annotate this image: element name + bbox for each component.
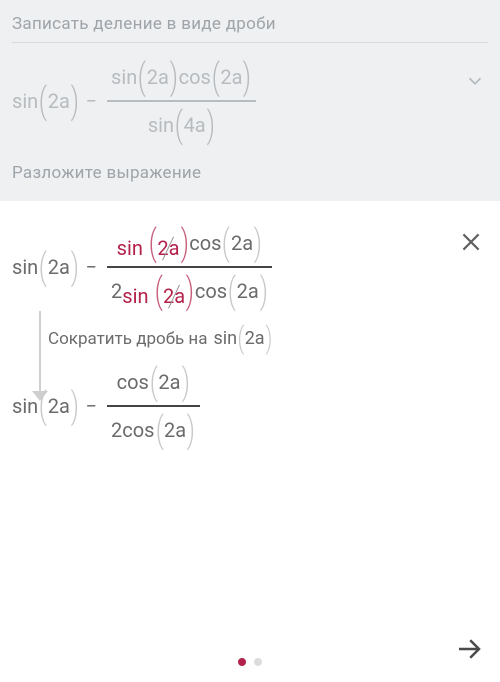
pagination-dots[interactable]: [0, 658, 500, 666]
page-dot[interactable]: [238, 658, 246, 666]
current-step-panel: sin (2a) − sin (2a) cos (2a) 2 sin (2a) …: [0, 201, 500, 450]
previous-expression: sin (2a) − sin (2a) cos (2a) sin (4a): [12, 57, 488, 145]
arrow-right-icon[interactable]: [454, 634, 484, 672]
step-title: Записать деление в виде дроби: [12, 14, 488, 34]
step-subtitle: Разложите выражение: [12, 163, 488, 183]
page-dot[interactable]: [254, 658, 262, 666]
previous-step-panel: Записать деление в виде дроби sin (2a) −…: [0, 0, 500, 201]
step-explanation: Сократить дробь на sin (2a): [48, 321, 488, 356]
divider: [12, 42, 488, 43]
expanded-expression: sin (2a) − sin (2a) cos (2a) 2 sin (2a) …: [12, 223, 488, 311]
close-icon[interactable]: [458, 229, 484, 262]
result-expression: sin (2a) − cos (2a) 2 cos (2a): [12, 362, 488, 450]
chevron-down-icon[interactable]: [464, 70, 486, 96]
